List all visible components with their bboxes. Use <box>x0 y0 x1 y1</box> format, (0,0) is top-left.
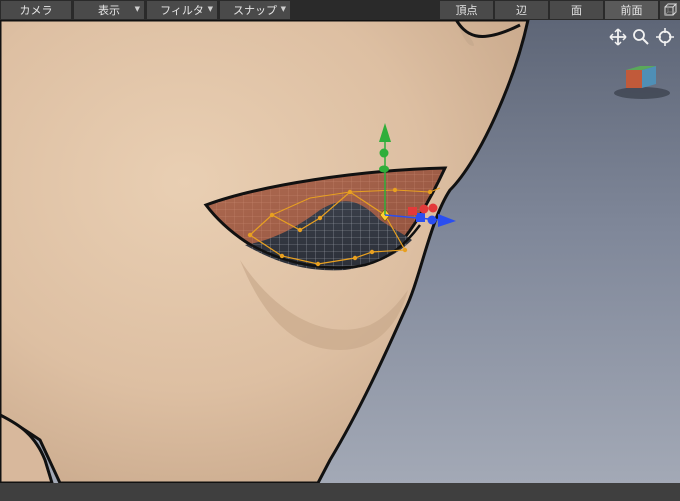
snap-menu-label: スナップ <box>233 4 277 17</box>
view-cube-icon[interactable] <box>612 60 674 102</box>
y-axis-handle <box>379 148 389 158</box>
z-axis-handle <box>427 215 437 225</box>
chevron-down-icon: ▼ <box>134 5 140 13</box>
status-bar <box>0 483 680 501</box>
viewport-toolbar: カメラ 表示 ▼ フィルタ ▼ スナップ ▼ 頂点 辺 面 前面 <box>0 0 680 20</box>
tab-face-label: 面 <box>571 4 582 17</box>
x-axis-handle <box>419 204 429 214</box>
wireframe-cube-icon <box>664 3 677 16</box>
move-pan-icon[interactable] <box>609 28 627 46</box>
tab-front-label: 前面 <box>620 4 643 17</box>
tab-front[interactable]: 前面 <box>605 1 658 19</box>
display-menu[interactable]: 表示 ▼ <box>74 1 144 19</box>
scene-render <box>0 20 530 483</box>
camera-menu[interactable]: カメラ <box>1 1 71 19</box>
zoom-magnifier-icon[interactable] <box>632 28 650 46</box>
tab-edge[interactable]: 辺 <box>495 1 548 19</box>
chevron-down-icon: ▼ <box>207 5 213 13</box>
tab-vertex[interactable]: 頂点 <box>440 1 493 19</box>
filter-menu-label: フィルタ <box>160 4 204 17</box>
chevron-down-icon: ▼ <box>280 5 286 13</box>
filter-menu[interactable]: フィルタ ▼ <box>147 1 217 19</box>
display-menu-label: 表示 <box>98 4 120 17</box>
tab-vertex-label: 頂点 <box>455 4 478 17</box>
tab-edge-label: 辺 <box>516 4 527 17</box>
3d-viewport[interactable] <box>0 20 680 483</box>
frame-target-icon[interactable] <box>656 28 674 46</box>
camera-menu-label: カメラ <box>19 4 53 17</box>
snap-menu[interactable]: スナップ ▼ <box>220 1 290 19</box>
x-axis-arrow <box>438 214 456 227</box>
tab-face[interactable]: 面 <box>550 1 603 19</box>
wireframe-toggle-button[interactable] <box>660 1 680 19</box>
